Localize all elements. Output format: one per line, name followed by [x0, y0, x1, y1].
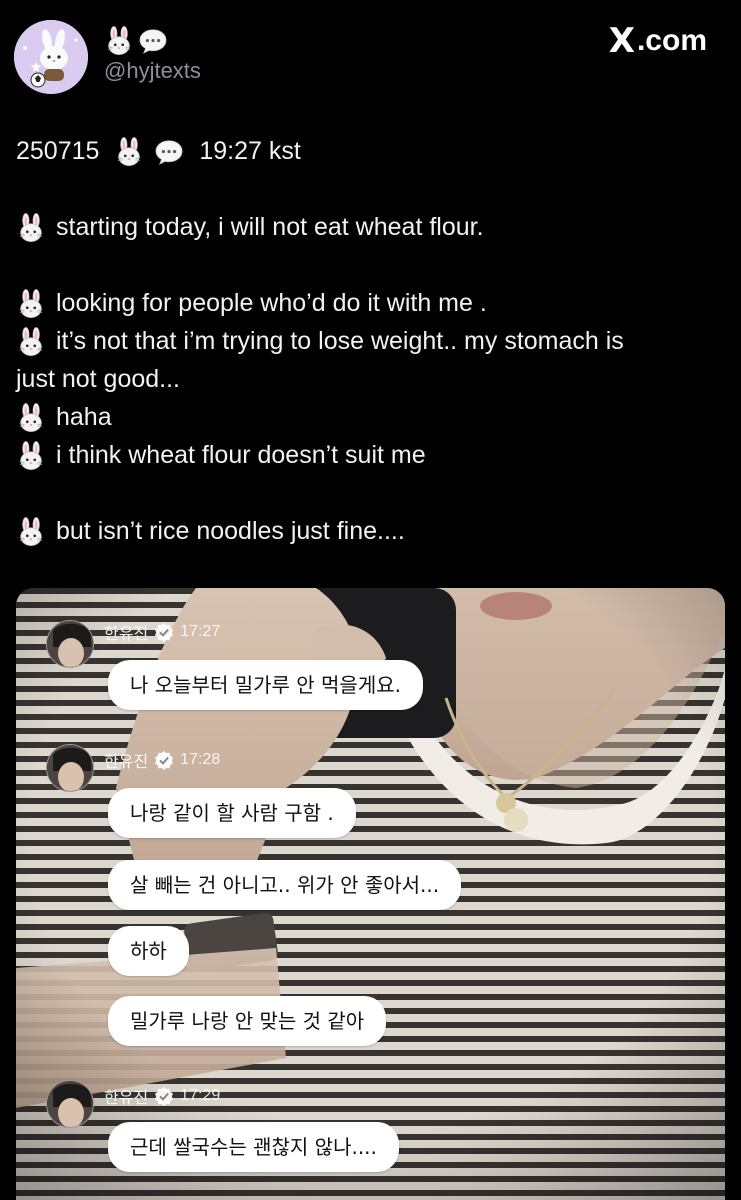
- chat-avatar[interactable]: [46, 620, 94, 668]
- x-logo-mark: X: [608, 21, 635, 61]
- tweet-line: i think wheat flour doesn’t suit me: [16, 436, 716, 474]
- chat-bubble: 근데 쌀국수는 괜찮지 않나....: [108, 1122, 399, 1172]
- chat-meta: 한유진 17:28: [104, 748, 220, 772]
- chat-sender-name: 한유진: [104, 1088, 149, 1107]
- bunny-icon: [16, 213, 46, 243]
- tweet-line: starting today, i will not eat wheat flo…: [16, 208, 716, 246]
- chat-bubble: 하하: [108, 926, 189, 976]
- tweet-line: haha: [16, 398, 716, 436]
- tweet-line: just not good...: [16, 360, 716, 398]
- speech-bubble-icon: [154, 138, 184, 166]
- tweet-date: 250715: [16, 137, 100, 165]
- tweet-line: looking for people who’d do it with me .: [16, 284, 716, 322]
- tweet-media-image[interactable]: 한유진 17:27 나 오늘부터 밀가루 안 먹을게요. 한유진 17:28 나…: [16, 588, 725, 1200]
- chat-sender-name: 한유진: [104, 752, 149, 771]
- chat-avatar[interactable]: [46, 1080, 94, 1128]
- chat-time: 17:29: [180, 1087, 221, 1104]
- bunny-icon: [16, 327, 46, 357]
- tweet-line-text: but isn’t rice noodles just fine....: [56, 517, 405, 545]
- chat-sender-name: 한유진: [104, 624, 149, 643]
- tweet-line-text: haha: [56, 403, 112, 431]
- chat-bubble: 나 오늘부터 밀가루 안 먹을게요.: [108, 660, 423, 710]
- chat-time: 17:28: [180, 751, 221, 768]
- chat-avatar[interactable]: [46, 744, 94, 792]
- bunny-icon: [16, 517, 46, 547]
- tweet-line-text: it’s not that i’m trying to lose weight.…: [56, 327, 624, 355]
- tweet-line: but isn’t rice noodles just fine....: [16, 512, 716, 550]
- chat-time: 17:27: [180, 623, 221, 640]
- tweet-date-line: 250715 19:27 kst: [16, 132, 716, 170]
- chat-bubble: 나랑 같이 할 사람 구함 .: [108, 788, 356, 838]
- bunny-icon: [114, 137, 144, 167]
- verified-check-icon: [154, 1086, 174, 1106]
- tweet-time: 19:27 kst: [199, 137, 301, 165]
- tweet-line-text: looking for people who’d do it with me .: [56, 289, 487, 317]
- display-name[interactable]: [104, 24, 168, 58]
- bunny-icon: [16, 403, 46, 433]
- chat-meta: 한유진 17:27: [104, 620, 220, 644]
- tweet-line-text: just not good...: [16, 365, 181, 393]
- user-handle[interactable]: @hyjtexts: [104, 58, 201, 84]
- speech-bubble-icon: [138, 27, 168, 55]
- verified-check-icon: [154, 622, 174, 642]
- x-logo-domain: .com: [636, 24, 707, 57]
- bunny-icon: [16, 441, 46, 471]
- bunny-icon: [104, 26, 134, 56]
- chat-bubble: 살 빼는 건 아니고.. 위가 안 좋아서...: [108, 860, 462, 910]
- chat-meta: 한유진 17:29: [104, 1084, 220, 1108]
- tweet-text: 250715 19:27 kst starting today, i will …: [16, 128, 716, 550]
- x-logo[interactable]: X .com: [609, 24, 707, 58]
- bunny-icon: [16, 289, 46, 319]
- chat-bubble: 밀가루 나랑 안 맞는 것 같아: [108, 996, 387, 1046]
- profile-header: @hyjtexts X .com: [0, 0, 741, 110]
- tweet-line-text: starting today, i will not eat wheat flo…: [56, 213, 484, 241]
- tweet-line: it’s not that i’m trying to lose weight.…: [16, 322, 716, 360]
- profile-avatar[interactable]: [14, 20, 88, 94]
- verified-check-icon: [154, 750, 174, 770]
- tweet-line-text: i think wheat flour doesn’t suit me: [56, 441, 426, 469]
